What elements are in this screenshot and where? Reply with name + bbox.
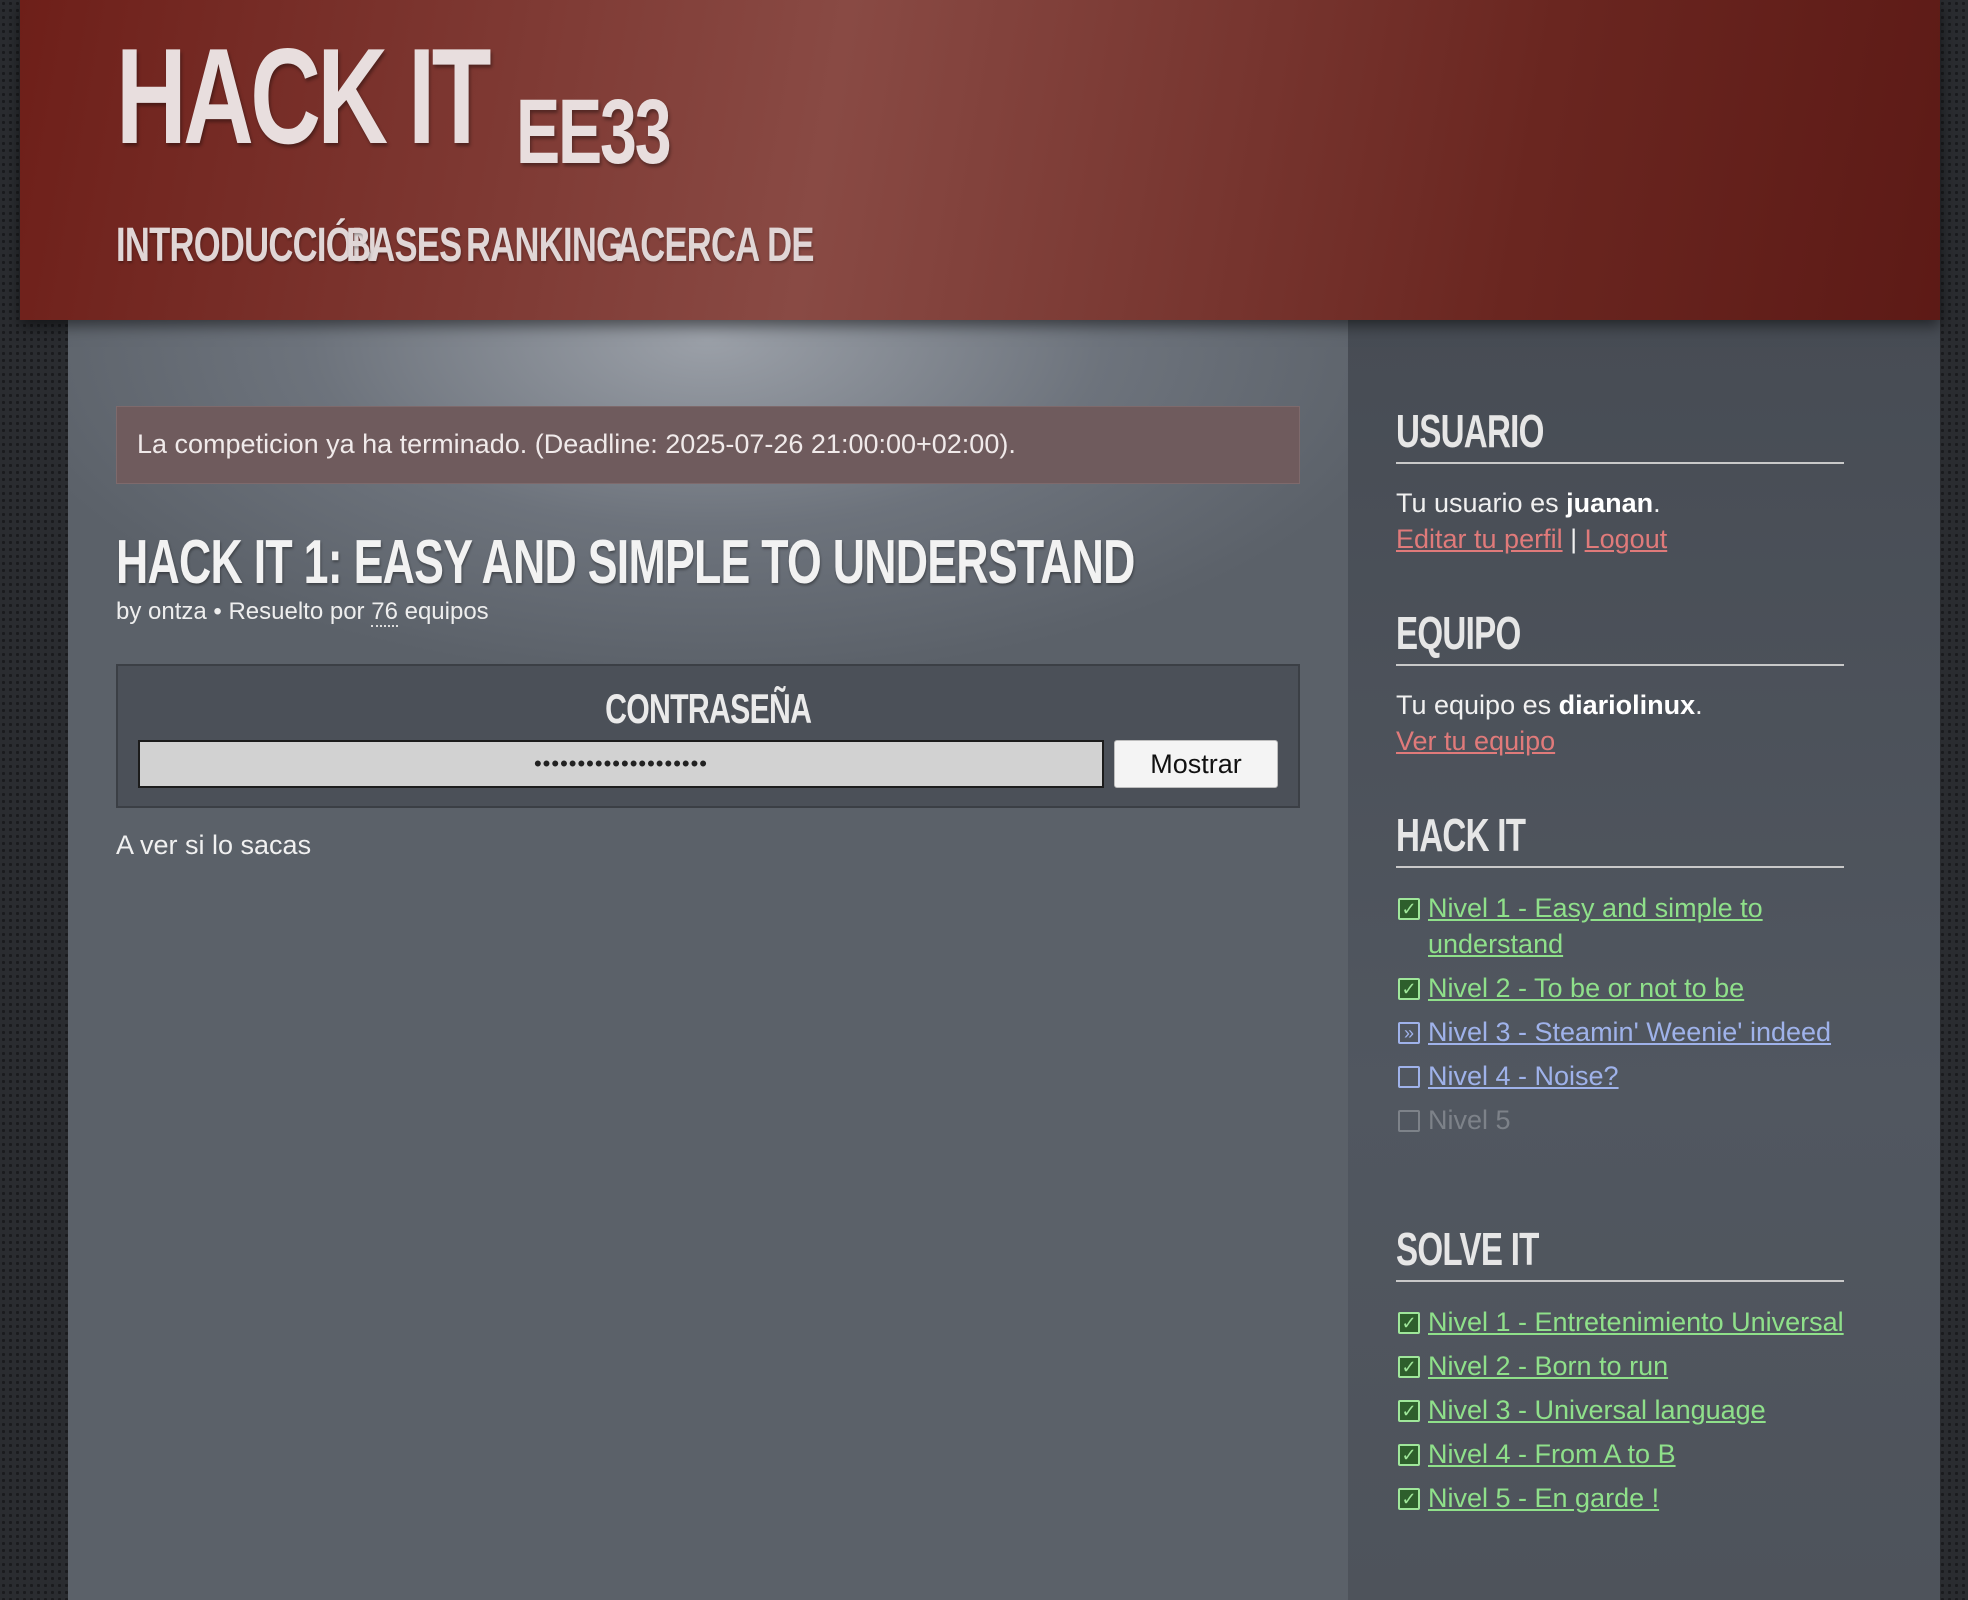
hackit-level-4-link[interactable]: Nivel 4 - Noise? [1428, 1061, 1619, 1091]
hackit-heading: HACK IT [1396, 812, 1844, 868]
hackit-level-1-link[interactable]: Nivel 1 - Easy and simple to understand [1428, 893, 1763, 959]
list-item: ✓ Nivel 2 - To be or not to be [1396, 970, 1846, 1006]
checked-box-icon: ✓ [1398, 978, 1420, 1000]
challenge-description: A ver si lo sacas [116, 830, 312, 860]
fast-forward-box-icon: » [1398, 1022, 1420, 1044]
view-team-link[interactable]: Ver tu equipo [1396, 726, 1555, 756]
solveit-level-4-link[interactable]: Nivel 4 - From A to B [1428, 1439, 1676, 1469]
nav-introduccion[interactable]: INTRODUCCIÓN [116, 222, 377, 270]
username: juanan [1566, 488, 1654, 518]
hackit-level-list: ✓ Nivel 1 - Easy and simple to understan… [1396, 890, 1846, 1146]
list-item: Nivel 5 [1396, 1102, 1846, 1138]
list-item: ✓ Nivel 1 - Easy and simple to understan… [1396, 890, 1846, 962]
list-item: ✓ Nivel 1 - Entretenimiento Universal [1396, 1304, 1846, 1340]
edit-profile-link[interactable]: Editar tu perfil [1396, 524, 1563, 554]
list-item: Nivel 4 - Noise? [1396, 1058, 1846, 1094]
password-label: CONTRASEÑA [604, 685, 812, 732]
team-heading: EQUIPO [1396, 610, 1844, 666]
user-links: Editar tu perfil | Logout [1396, 524, 1667, 555]
logo-main-text: HACK IT [116, 20, 491, 172]
challenge-byline: by ontza • Resuelto por 76 equipos [116, 598, 489, 627]
checked-box-icon: ✓ [1398, 898, 1420, 920]
sidebar: USUARIO Tu usuario es juanan. Editar tu … [1348, 320, 1940, 1600]
logout-link[interactable]: Logout [1585, 524, 1668, 554]
nav-bases[interactable]: BASES [346, 222, 462, 270]
solveit-level-2-link[interactable]: Nivel 2 - Born to run [1428, 1351, 1668, 1381]
solveit-level-list: ✓ Nivel 1 - Entretenimiento Universal ✓ … [1396, 1304, 1846, 1524]
solveit-heading: SOLVE IT [1396, 1226, 1844, 1282]
main-nav: INTRODUCCIÓN BASES RANKING ACERCA DE [116, 222, 816, 270]
main-content: La competicion ya ha terminado. (Deadlin… [68, 320, 1348, 1600]
link-separator: | [1570, 524, 1578, 554]
solveit-level-5-link[interactable]: Nivel 5 - En garde ! [1428, 1483, 1659, 1513]
site-header: HACK IT EE33 INTRODUCCIÓN BASES RANKING … [20, 0, 1940, 320]
team-links: Ver tu equipo [1396, 726, 1555, 757]
checked-box-icon: ✓ [1398, 1400, 1420, 1422]
user-heading: USUARIO [1396, 408, 1844, 464]
competition-ended-notice: La competicion ya ha terminado. (Deadlin… [116, 406, 1300, 484]
byline-suffix: equipos [404, 598, 489, 625]
user-info: Tu usuario es juanan. [1396, 488, 1661, 518]
byline-prefix: by ontza • Resuelto por [116, 598, 365, 625]
list-item: ✓ Nivel 2 - Born to run [1396, 1348, 1846, 1384]
site-logo[interactable]: HACK IT EE33 [116, 20, 672, 178]
list-item: ✓ Nivel 3 - Universal language [1396, 1392, 1846, 1428]
logo-sub-text: EE33 [516, 81, 672, 183]
list-item: » Nivel 3 - Steamin' Weenie' indeed [1396, 1014, 1846, 1050]
checked-box-icon: ✓ [1398, 1444, 1420, 1466]
challenge-title: HACK IT 1: EASY AND SIMPLE TO UNDERSTAND [116, 528, 1135, 597]
empty-box-icon [1398, 1066, 1420, 1088]
solveit-level-3-link[interactable]: Nivel 3 - Universal language [1428, 1395, 1766, 1425]
checked-box-icon: ✓ [1398, 1356, 1420, 1378]
password-form: CONTRASEÑA •••••••••••••••••••• Mostrar [116, 664, 1300, 808]
team-name: diariolinux [1558, 690, 1696, 720]
empty-box-icon [1398, 1110, 1420, 1132]
hackit-level-5-label: Nivel 5 [1428, 1105, 1511, 1135]
hackit-level-3-link[interactable]: Nivel 3 - Steamin' Weenie' indeed [1428, 1017, 1831, 1047]
nav-ranking[interactable]: RANKING [466, 222, 623, 270]
team-info: Tu equipo es diariolinux. [1396, 690, 1703, 720]
hackit-level-2-link[interactable]: Nivel 2 - To be or not to be [1428, 973, 1744, 1003]
checked-box-icon: ✓ [1398, 1312, 1420, 1334]
show-password-button[interactable]: Mostrar [1114, 740, 1278, 788]
nav-acerca-de[interactable]: ACERCA DE [616, 222, 814, 270]
checked-box-icon: ✓ [1398, 1488, 1420, 1510]
solved-count[interactable]: 76 [371, 598, 398, 627]
password-input[interactable]: •••••••••••••••••••• [138, 740, 1104, 788]
solveit-level-1-link[interactable]: Nivel 1 - Entretenimiento Universal [1428, 1307, 1844, 1337]
list-item: ✓ Nivel 5 - En garde ! [1396, 1480, 1846, 1516]
list-item: ✓ Nivel 4 - From A to B [1396, 1436, 1846, 1472]
